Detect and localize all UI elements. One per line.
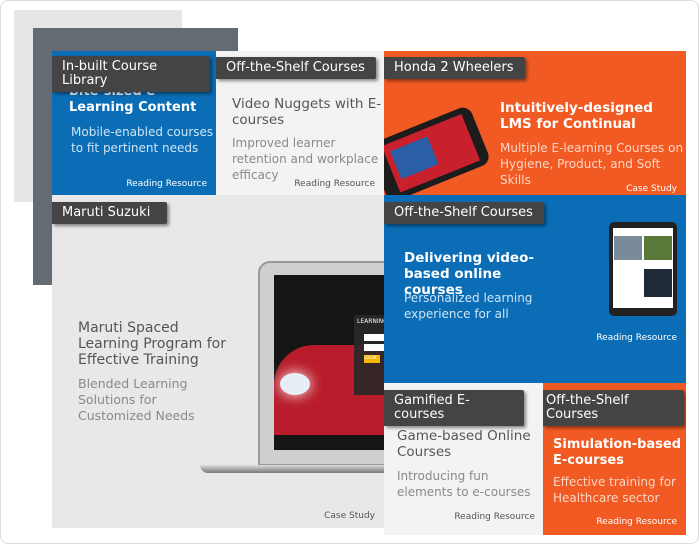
tile-inbuilt-course-library[interactable]: In-built Course Library Bite-sized e-Lea… [52, 51, 216, 195]
tile-tag: Gamified E-courses [384, 390, 524, 426]
tile-tag: Honda 2 Wheelers [384, 57, 525, 79]
tile-video-based-courses[interactable]: Off-the-Shelf Courses Delivering video-b… [384, 195, 686, 383]
case-study-link[interactable]: Case Study [324, 511, 375, 522]
tile-tag: Off-the-Shelf Courses [216, 57, 376, 79]
tile-description: Personalized learning experience for all [404, 291, 533, 321]
tile-title: Simulation-based E-courses [553, 437, 682, 468]
tile-title: Intuitively-designed LMS for Continual [500, 100, 653, 132]
phone-image [384, 104, 492, 195]
tile-tag: Off-the-Shelf Courses [384, 202, 544, 224]
headlight [280, 373, 310, 395]
tile-description: Improved learner retention and workplace… [232, 136, 379, 182]
tile-maruti-suzuki[interactable]: Maruti Suzuki LEARNING LOGIN Maruti Spac… [52, 195, 384, 528]
tile-simulation-based-e-courses[interactable]: Off-the-Shelf Courses Simulation-based E… [543, 383, 686, 535]
tile-honda-2-wheelers[interactable]: Honda 2 Wheelers Intuitively-designed LM… [384, 51, 686, 195]
laptop-image: LEARNING LOGIN [258, 261, 384, 466]
tile-title: Game-based Online Courses [397, 428, 531, 460]
tile-description: Multiple E-learning Courses on Hygiene, … [500, 141, 684, 187]
case-study-link[interactable]: Case Study [626, 184, 677, 195]
reading-resource-link[interactable]: Reading Resource [126, 179, 207, 190]
tile-gamified-e-courses[interactable]: Gamified E-courses Game-based Online Cou… [384, 383, 544, 535]
laptop-base [200, 465, 384, 473]
reading-resource-link[interactable]: Reading Resource [294, 179, 375, 190]
tile-description: Mobile-enabled courses to fit pertinent … [71, 125, 214, 155]
reading-resource-link[interactable]: Reading Resource [454, 512, 535, 523]
tile-tag: In-built Course Library [52, 56, 210, 92]
tile-description: Effective training for Healthcare sector [553, 475, 676, 505]
tile-description: Blended Learning Solutions for Customize… [78, 376, 195, 423]
laptop-login-button: LOGIN [364, 355, 380, 363]
laptop-screen-heading: LEARNING [357, 318, 384, 325]
tile-title: Maruti Spaced Learning Program for Effec… [78, 320, 226, 368]
tile-tag: Off-the-Shelf Courses [543, 390, 684, 426]
reading-resource-link[interactable]: Reading Resource [596, 517, 677, 528]
tile-tag: Maruti Suzuki [52, 202, 167, 224]
tablet-image [609, 222, 677, 316]
tile-video-nuggets[interactable]: Off-the-Shelf Courses Video Nuggets with… [216, 51, 384, 195]
tile-description: Introducing fun elements to e-courses [397, 469, 531, 499]
tile-title: Video Nuggets with E-courses [232, 96, 382, 128]
reading-resource-link[interactable]: Reading Resource [596, 333, 677, 344]
